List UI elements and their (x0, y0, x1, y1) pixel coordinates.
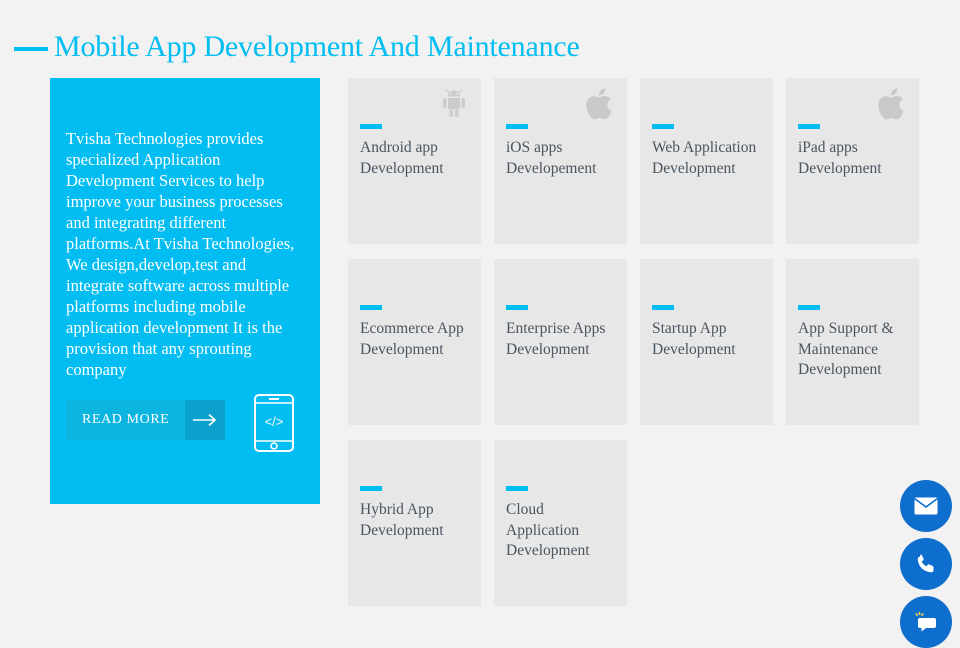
service-card[interactable]: Startup App Development (640, 259, 773, 425)
service-card[interactable]: Cloud Application Development (494, 440, 627, 606)
apple-icon (585, 86, 617, 127)
card-title: Web Application Development (652, 139, 757, 177)
service-card[interactable]: Ecommerce App Development (348, 259, 481, 425)
arrow-right-icon (193, 413, 217, 427)
chat-bubble-icon (915, 612, 936, 632)
main-content: Tvisha Technologies provides specialized… (0, 78, 960, 618)
card-title: Android app Development (360, 139, 444, 177)
card-accent-dash (360, 124, 382, 129)
page-title-text: Mobile App Development And Maintenance (54, 30, 580, 64)
android-icon (437, 86, 471, 125)
read-more-button[interactable]: READ MORE (66, 400, 186, 440)
phone-icon (917, 554, 934, 573)
card-title: iOS apps Developement (506, 139, 597, 177)
service-card[interactable]: Hybrid App Development (348, 440, 481, 606)
card-accent-dash (798, 124, 820, 129)
card-accent-dash (652, 305, 674, 310)
svg-text:</>: </> (265, 414, 284, 429)
page-title: Mobile App Development And Maintenance (14, 30, 580, 64)
service-card[interactable]: iOS apps Developement (494, 78, 627, 244)
card-title: iPad apps Development (798, 139, 882, 177)
card-title: Startup App Development (652, 320, 736, 358)
service-card[interactable]: iPad apps Development (786, 78, 919, 244)
card-title: Ecommerce App Development (360, 320, 464, 358)
apple-icon (877, 86, 909, 127)
card-title: App Support & Maintenance Development (798, 320, 894, 378)
title-dash-icon (14, 47, 48, 52)
card-accent-dash (360, 305, 382, 310)
card-accent-dash (506, 124, 528, 129)
card-title: Hybrid App Development (360, 501, 444, 539)
service-card[interactable]: Web Application Development (640, 78, 773, 244)
chat-fab[interactable] (900, 596, 952, 648)
card-accent-dash (798, 305, 820, 310)
floating-action-stack (900, 480, 952, 648)
read-more-arrow-button[interactable] (185, 400, 226, 440)
service-card[interactable]: Enterprise Apps Development (494, 259, 627, 425)
card-accent-dash (652, 124, 674, 129)
card-title: Cloud Application Development (506, 501, 590, 559)
card-accent-dash (506, 486, 528, 491)
phone-fab[interactable] (900, 538, 952, 590)
read-more-group[interactable]: READ MORE (66, 400, 226, 440)
card-accent-dash (360, 486, 382, 491)
card-title: Enterprise Apps Development (506, 320, 606, 358)
phone-code-icon: </> (254, 394, 294, 457)
service-card-grid: Android app Development iOS apps Develop… (348, 78, 933, 606)
intro-panel-body: Tvisha Technologies provides specialized… (66, 129, 295, 379)
card-accent-dash (506, 305, 528, 310)
service-card[interactable]: App Support & Maintenance Development (786, 259, 919, 425)
envelope-icon (914, 497, 938, 515)
service-card[interactable]: Android app Development (348, 78, 481, 244)
email-fab[interactable] (900, 480, 952, 532)
intro-panel: Tvisha Technologies provides specialized… (50, 78, 320, 504)
